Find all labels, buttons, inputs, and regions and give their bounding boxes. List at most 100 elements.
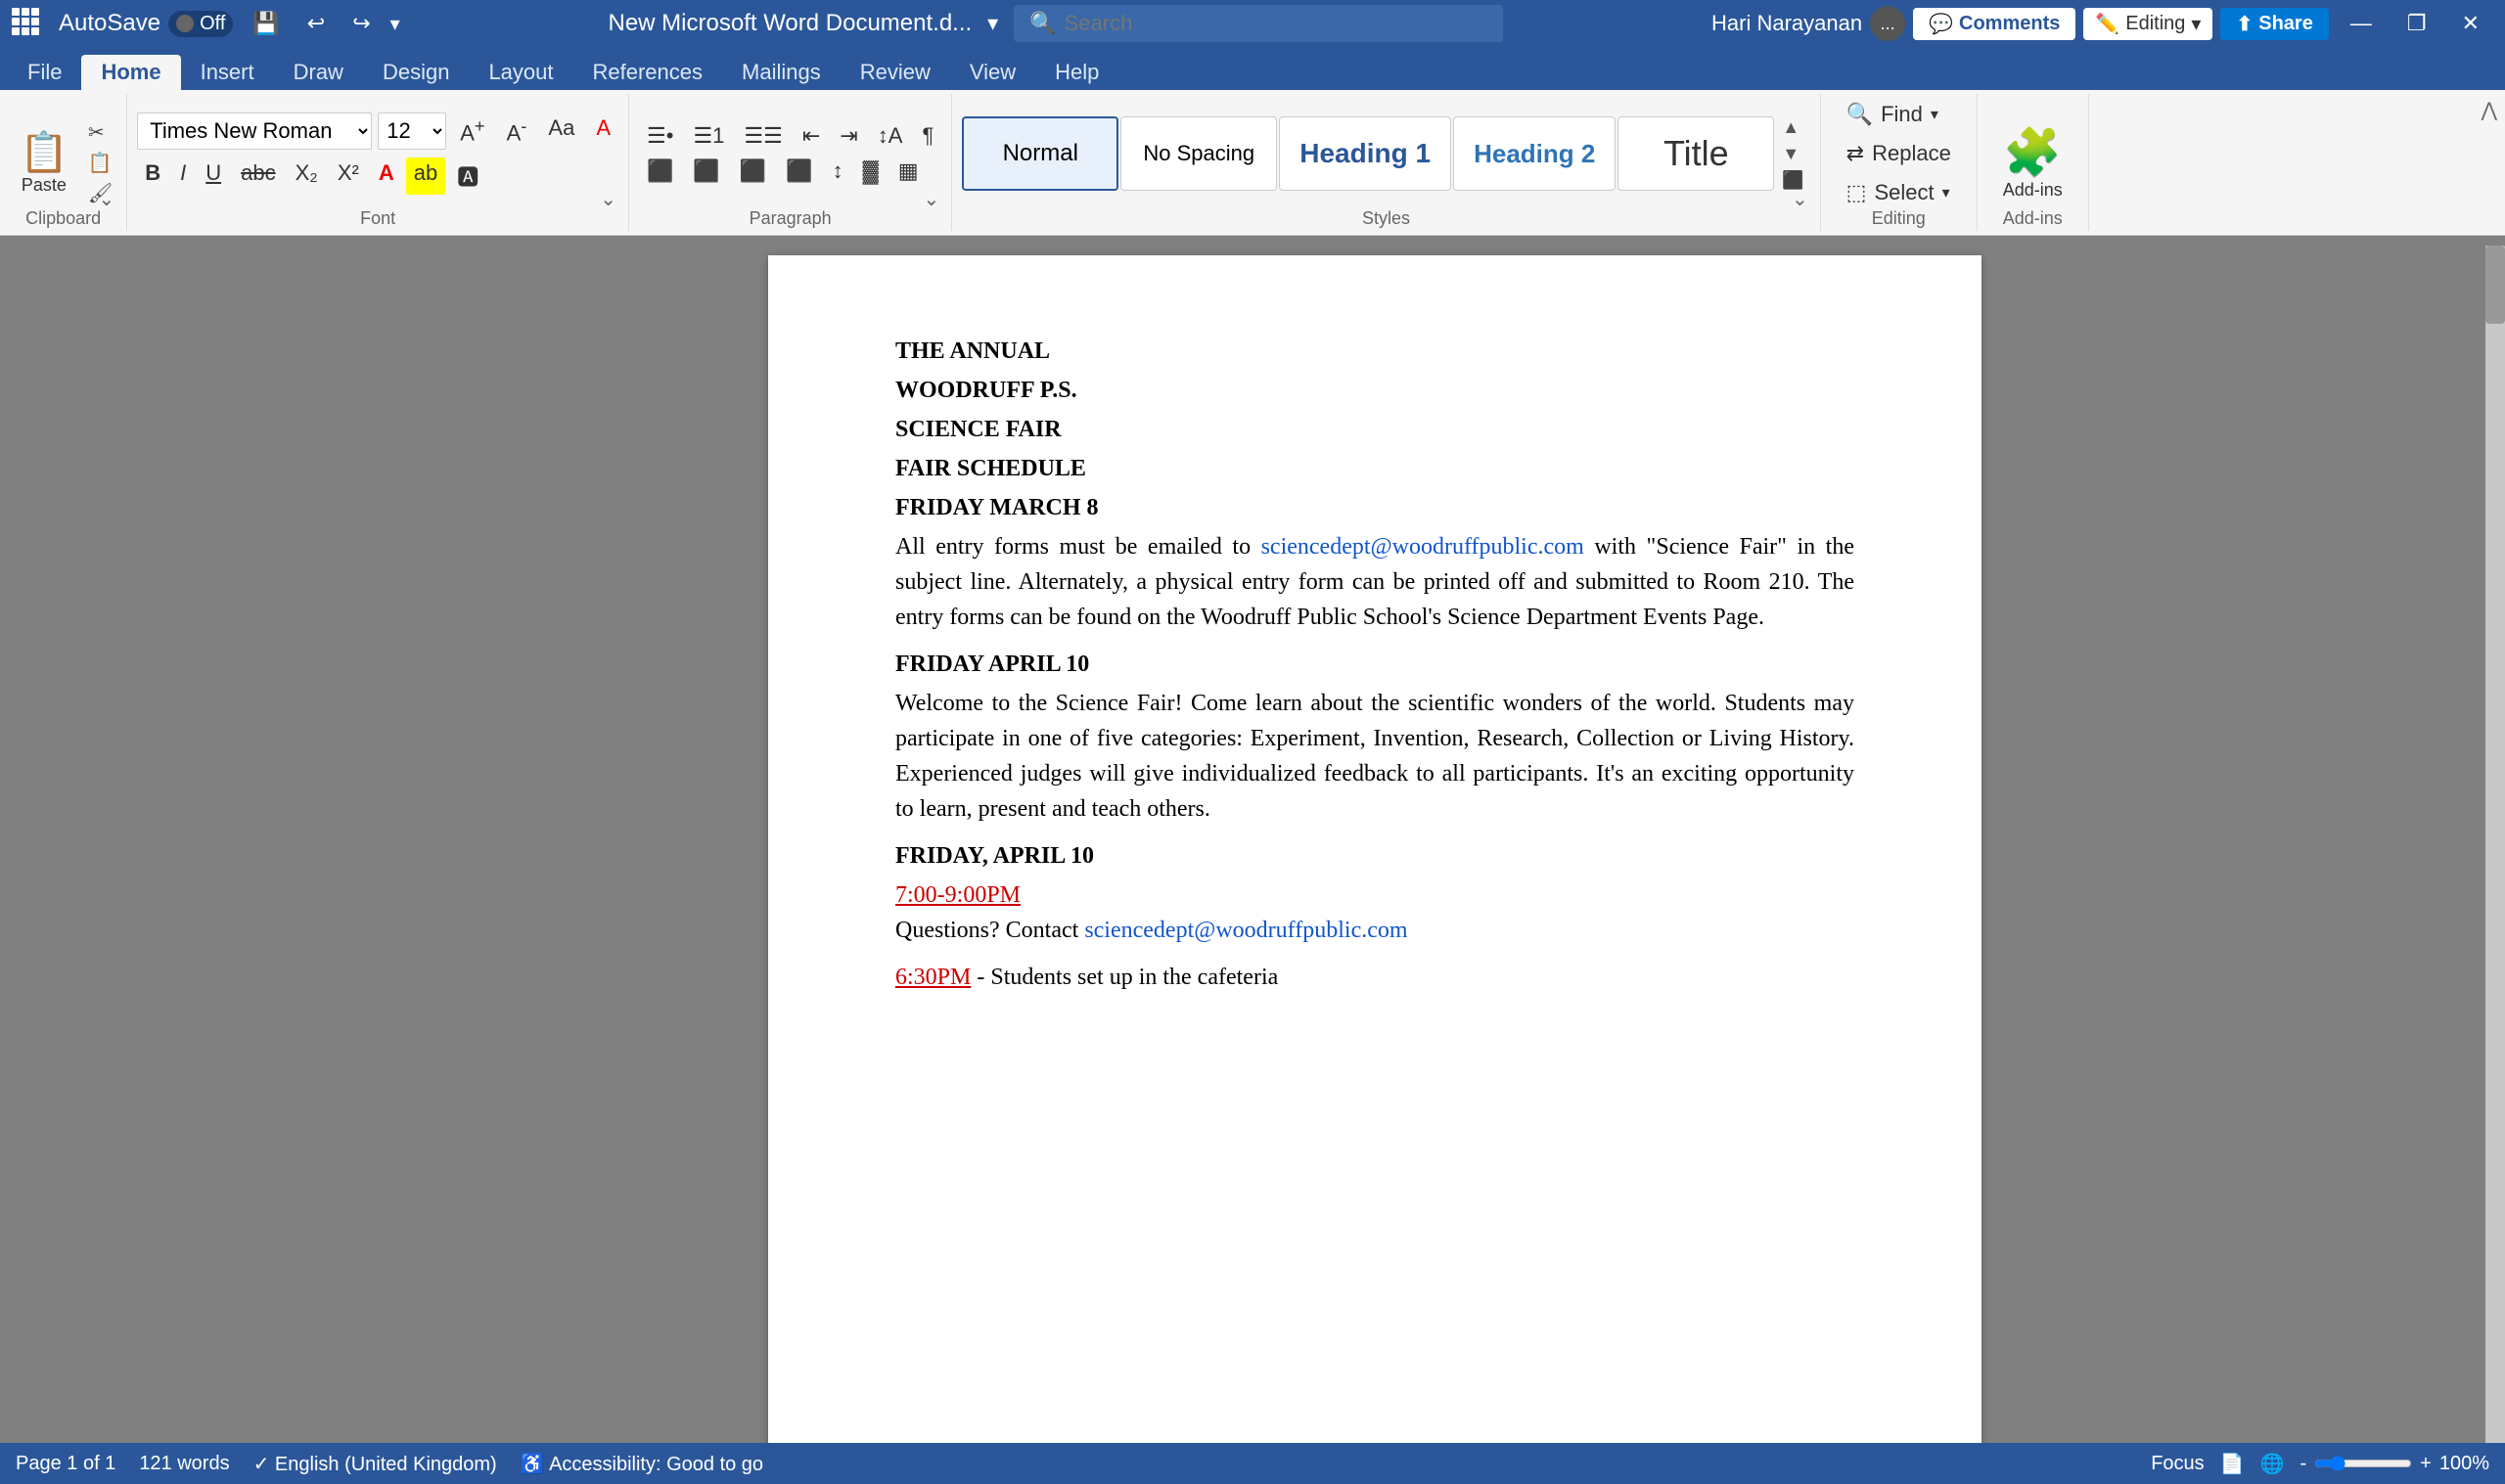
doc-para-3[interactable]: Questions? Contact sciencedept@woodruffp… xyxy=(895,913,1854,948)
tab-mailings[interactable]: Mailings xyxy=(722,55,841,90)
tab-file[interactable]: File xyxy=(8,55,81,90)
italic-button[interactable]: I xyxy=(172,157,194,195)
align-right-button[interactable]: ⬛ xyxy=(732,156,774,187)
redo-button[interactable]: ↪ xyxy=(344,9,378,38)
zoom-out-button[interactable]: - xyxy=(2300,1453,2306,1475)
tab-insert[interactable]: Insert xyxy=(181,55,274,90)
borders-button[interactable]: ▦ xyxy=(890,156,927,187)
addins-button[interactable]: 🧩 Add-ins xyxy=(1987,116,2078,208)
underline-button[interactable]: U xyxy=(198,157,229,195)
tab-help[interactable]: Help xyxy=(1035,55,1118,90)
language-indicator: ✓ English (United Kingdom) xyxy=(253,1452,497,1476)
comments-button[interactable]: 💬 Comments xyxy=(1913,8,2075,40)
zoom-slider[interactable] xyxy=(2314,1456,2412,1471)
tab-view[interactable]: View xyxy=(950,55,1035,90)
zoom-level[interactable]: 100% xyxy=(2439,1453,2489,1475)
justify-button[interactable]: ⬛ xyxy=(778,156,820,187)
doc-line-5[interactable]: FRIDAY MARCH 8 xyxy=(895,490,1854,525)
align-left-button[interactable]: ⬛ xyxy=(639,156,681,187)
superscript-button[interactable]: X² xyxy=(330,157,367,195)
font-grow-button[interactable]: A+ xyxy=(452,112,492,149)
shading-para-button[interactable]: ▓ xyxy=(855,156,887,187)
tab-draw[interactable]: Draw xyxy=(274,55,363,90)
restore-button[interactable]: ❐ xyxy=(2393,7,2440,40)
doc-line-2[interactable]: WOODRUFF P.S. xyxy=(895,373,1854,408)
style-no-spacing-button[interactable]: No Spacing xyxy=(1120,116,1277,191)
style-title-button[interactable]: Title xyxy=(1617,116,1774,191)
doc-para-2[interactable]: Welcome to the Science Fair! Come learn … xyxy=(895,686,1854,827)
title-dropdown[interactable]: ▾ xyxy=(987,11,998,36)
zoom-in-button[interactable]: + xyxy=(2420,1453,2432,1475)
scrollbar-track[interactable] xyxy=(2485,246,2505,1443)
strikethrough-button[interactable]: abc xyxy=(233,157,283,195)
doc-time-1[interactable]: 7:00-9:00PM xyxy=(895,877,1854,913)
doc-line-3[interactable]: SCIENCE FAIR xyxy=(895,412,1854,447)
font-shrink-button[interactable]: A- xyxy=(499,112,535,149)
ribbon-collapse-button[interactable]: ⋀ xyxy=(2474,94,2505,231)
document-page[interactable]: THE ANNUAL WOODRUFF P.S. SCIENCE FAIR FA… xyxy=(768,255,1981,1443)
decrease-indent-button[interactable]: ⇤ xyxy=(795,120,828,152)
clear-format-button[interactable]: A xyxy=(588,112,618,149)
editing-mode-button[interactable]: ✏️ Editing ▾ xyxy=(2083,8,2212,40)
font-size-select[interactable]: 12 xyxy=(378,112,446,149)
user-avatar[interactable]: ... xyxy=(1870,6,1905,41)
tab-home[interactable]: Home xyxy=(81,55,180,90)
share-button[interactable]: ⬆ Share xyxy=(2220,8,2328,40)
select-button[interactable]: ⬚ Select ▾ xyxy=(1837,176,1961,209)
numbering-button[interactable]: ☰1 xyxy=(685,120,732,152)
subscript-button[interactable]: X₂ xyxy=(288,157,326,195)
paste-button[interactable]: 📋 Paste xyxy=(10,123,78,202)
bullets-button[interactable]: ☰• xyxy=(639,120,681,152)
change-case-button[interactable]: Aa xyxy=(540,112,582,149)
close-button[interactable]: ✕ xyxy=(2448,7,2493,40)
style-normal-button[interactable]: Normal xyxy=(962,116,1118,191)
clipboard-expand[interactable]: ⌄ xyxy=(90,185,122,213)
style-heading1-button[interactable]: Heading 1 xyxy=(1279,116,1451,191)
highlight-button[interactable]: ab xyxy=(406,157,445,195)
tab-design[interactable]: Design xyxy=(363,55,469,90)
paragraph-expand[interactable]: ⌄ xyxy=(916,185,948,213)
show-marks-button[interactable]: ¶ xyxy=(914,120,941,152)
multilevel-button[interactable]: ☰☰ xyxy=(736,120,790,152)
font-expand[interactable]: ⌄ xyxy=(592,185,624,213)
autosave-toggle[interactable]: Off xyxy=(168,11,233,37)
addins-group: 🧩 Add-ins Add-ins xyxy=(1978,94,2089,231)
styles-expand[interactable]: ⌄ xyxy=(1784,185,1816,213)
doc-line-4[interactable]: FAIR SCHEDULE xyxy=(895,451,1854,486)
increase-indent-button[interactable]: ⇥ xyxy=(832,120,865,152)
quick-access-more[interactable]: ▾ xyxy=(390,12,400,36)
font-color-button[interactable]: A xyxy=(371,157,402,195)
copy-button[interactable]: 📋 xyxy=(84,149,116,177)
cut-button[interactable]: ✂ xyxy=(84,118,116,147)
styles-scroll-up[interactable]: ▲ xyxy=(1776,115,1809,140)
tab-layout[interactable]: Layout xyxy=(469,55,572,90)
align-center-button[interactable]: ⬛ xyxy=(685,156,727,187)
sort-button[interactable]: ↕A xyxy=(870,120,911,152)
shading-button[interactable]: 🅰 xyxy=(449,157,486,195)
minimize-button[interactable]: — xyxy=(2337,7,2386,40)
find-button[interactable]: 🔍 Find ▾ xyxy=(1837,98,1961,131)
doc-line-1[interactable]: THE ANNUAL xyxy=(895,334,1854,369)
replace-button[interactable]: ⇄ Replace xyxy=(1837,137,1961,170)
line-spacing-button[interactable]: ↕ xyxy=(825,156,851,187)
focus-button[interactable]: Focus xyxy=(2151,1453,2204,1475)
doc-line-7[interactable]: FRIDAY, APRIL 10 xyxy=(895,838,1854,874)
save-button[interactable]: 💾 xyxy=(245,9,287,38)
view-print-icon[interactable]: 📄 xyxy=(2220,1452,2245,1476)
doc-line-8[interactable]: 6:30PM - Students set up in the cafeteri… xyxy=(895,960,1854,995)
doc-para-1[interactable]: All entry forms must be emailed to scien… xyxy=(895,529,1854,635)
doc-line-6[interactable]: FRIDAY APRIL 10 xyxy=(895,647,1854,682)
tab-references[interactable]: References xyxy=(573,55,723,90)
app-icon[interactable] xyxy=(12,8,43,39)
document-container[interactable]: THE ANNUAL WOODRUFF P.S. SCIENCE FAIR FA… xyxy=(382,236,2368,1443)
search-input[interactable] xyxy=(1065,11,1456,36)
tab-review[interactable]: Review xyxy=(841,55,950,90)
undo-button[interactable]: ↩ xyxy=(299,9,333,38)
bold-button[interactable]: B xyxy=(137,157,168,195)
scrollbar-thumb[interactable] xyxy=(2485,246,2505,324)
font-family-select[interactable]: Times New Roman xyxy=(137,112,372,149)
view-web-icon[interactable]: 🌐 xyxy=(2260,1452,2285,1476)
search-bar[interactable]: 🔍 xyxy=(1014,5,1503,42)
styles-scroll-down[interactable]: ▼ xyxy=(1776,142,1809,166)
style-heading2-button[interactable]: Heading 2 xyxy=(1453,116,1616,191)
